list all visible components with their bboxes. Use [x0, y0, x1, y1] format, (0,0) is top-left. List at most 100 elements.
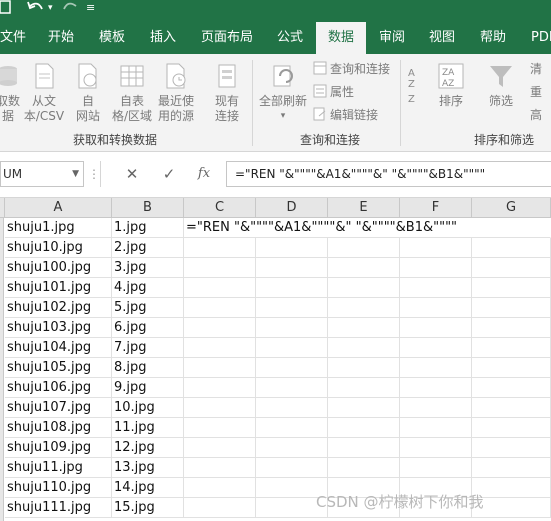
insert-function-icon[interactable]: fx	[192, 161, 216, 187]
empty-cell[interactable]	[328, 338, 400, 358]
empty-cell[interactable]	[256, 298, 328, 318]
cell-a-value[interactable]: shuju10.jpg	[5, 238, 112, 258]
cell-a-value[interactable]: shuju109.jpg	[5, 438, 112, 458]
cell-a-value[interactable]: shuju108.jpg	[5, 418, 112, 438]
empty-cell[interactable]	[472, 358, 551, 378]
empty-cell[interactable]	[256, 258, 328, 278]
empty-cell[interactable]	[400, 418, 472, 438]
empty-cell[interactable]	[184, 458, 256, 478]
empty-cell[interactable]	[184, 378, 256, 398]
cell-a-value[interactable]: shuju101.jpg	[5, 278, 112, 298]
empty-cell[interactable]	[256, 458, 328, 478]
redo-icon[interactable]	[62, 0, 80, 18]
formula-input[interactable]: ="REN "&""""&A1&""""&" "&""""&B1&""""	[226, 161, 551, 187]
empty-cell[interactable]	[328, 378, 400, 398]
sort-button[interactable]: ZA AZ 排序	[434, 54, 468, 130]
empty-cell[interactable]	[256, 358, 328, 378]
cell-b-value[interactable]: 3.jpg	[112, 258, 184, 278]
empty-cell[interactable]	[400, 378, 472, 398]
queries-connections-button[interactable]: 查询和连接	[313, 60, 390, 78]
column-header-f[interactable]: F	[400, 198, 472, 218]
empty-cell[interactable]	[400, 318, 472, 338]
empty-cell[interactable]	[184, 498, 256, 518]
column-header-b[interactable]: B	[112, 198, 184, 218]
empty-cell[interactable]	[328, 358, 400, 378]
empty-cell[interactable]	[400, 398, 472, 418]
empty-cell[interactable]	[400, 438, 472, 458]
empty-cell[interactable]	[472, 478, 551, 498]
cell-a-value[interactable]: shuju105.jpg	[5, 358, 112, 378]
edit-links-button[interactable]: 编辑链接	[313, 106, 378, 124]
tab-templates[interactable]: 模板	[99, 22, 125, 54]
empty-cell[interactable]	[328, 318, 400, 338]
cell-b-value[interactable]: 1.jpg	[112, 218, 184, 238]
empty-cell[interactable]	[256, 378, 328, 398]
empty-cell[interactable]	[256, 418, 328, 438]
empty-cell[interactable]	[328, 458, 400, 478]
empty-cell[interactable]	[256, 238, 328, 258]
existing-connections-button[interactable]: 现有 连接	[208, 54, 246, 130]
empty-cell[interactable]	[400, 298, 472, 318]
cell-a-value[interactable]: shuju104.jpg	[5, 338, 112, 358]
customize-qat-icon[interactable]: ≡	[86, 0, 95, 18]
empty-cell[interactable]	[328, 438, 400, 458]
save-icon[interactable]	[0, 0, 12, 18]
empty-cell[interactable]	[472, 298, 551, 318]
worksheet-grid[interactable]: A B C D E F G shuju1.jpg 1.jpg ="REN "&"""…	[0, 198, 551, 521]
empty-cell[interactable]	[184, 318, 256, 338]
empty-cell[interactable]	[256, 318, 328, 338]
clear-filter-button[interactable]: 清	[530, 60, 542, 78]
cell-a-value[interactable]: shuju11.jpg	[5, 458, 112, 478]
cell-b-value[interactable]: 11.jpg	[112, 418, 184, 438]
formula-bar-resize-handle[interactable]: ⋮	[88, 161, 100, 187]
empty-cell[interactable]	[472, 458, 551, 478]
cell-b-value[interactable]: 8.jpg	[112, 358, 184, 378]
empty-cell[interactable]	[328, 258, 400, 278]
empty-cell[interactable]	[328, 238, 400, 258]
empty-cell[interactable]	[328, 398, 400, 418]
empty-cell[interactable]	[472, 258, 551, 278]
tab-data[interactable]: 数据	[316, 22, 366, 54]
name-box-dropdown-icon[interactable]: ▼	[72, 162, 79, 186]
from-web-button[interactable]: 自 网站	[72, 54, 104, 130]
empty-cell[interactable]	[472, 338, 551, 358]
cell-b-value[interactable]: 9.jpg	[112, 378, 184, 398]
empty-cell[interactable]	[256, 278, 328, 298]
empty-cell[interactable]	[472, 418, 551, 438]
empty-cell[interactable]	[472, 438, 551, 458]
empty-cell[interactable]	[184, 478, 256, 498]
cell-a-value[interactable]: shuju103.jpg	[5, 318, 112, 338]
tab-help[interactable]: 帮助	[480, 22, 506, 54]
empty-cell[interactable]	[400, 278, 472, 298]
column-header-d[interactable]: D	[256, 198, 328, 218]
empty-cell[interactable]	[328, 298, 400, 318]
cell-b-value[interactable]: 7.jpg	[112, 338, 184, 358]
tab-file[interactable]: 文件	[0, 22, 26, 54]
row-headers[interactable]	[0, 218, 4, 521]
enter-icon[interactable]: ✓	[157, 161, 181, 187]
cell-a-value[interactable]: shuju102.jpg	[5, 298, 112, 318]
undo-dropdown-icon[interactable]: ▾	[48, 0, 53, 18]
cell-b-value[interactable]: 6.jpg	[112, 318, 184, 338]
cancel-icon[interactable]: ✕	[120, 161, 144, 187]
filter-button[interactable]: 筛选	[484, 54, 518, 130]
from-table-button[interactable]: 自表 格/区域	[110, 54, 154, 130]
empty-cell[interactable]	[184, 238, 256, 258]
cell-a-value[interactable]: shuju106.jpg	[5, 378, 112, 398]
empty-cell[interactable]	[472, 238, 551, 258]
tab-view[interactable]: 视图	[429, 22, 455, 54]
empty-cell[interactable]	[184, 338, 256, 358]
cell-a-value[interactable]: shuju107.jpg	[5, 398, 112, 418]
cell-c1-formula-text[interactable]: ="REN "&""""&A1&""""&" "&""""&B1&""""	[184, 218, 484, 238]
tab-review[interactable]: 审阅	[379, 22, 405, 54]
cell-b-value[interactable]: 12.jpg	[112, 438, 184, 458]
cell-a-value[interactable]: shuju1.jpg	[5, 218, 112, 238]
properties-button[interactable]: 属性	[313, 83, 354, 101]
empty-cell[interactable]	[256, 398, 328, 418]
cell-b-value[interactable]: 5.jpg	[112, 298, 184, 318]
empty-cell[interactable]	[472, 378, 551, 398]
empty-cell[interactable]	[400, 258, 472, 278]
cell-a-value[interactable]: shuju111.jpg	[5, 498, 112, 518]
empty-cell[interactable]	[184, 418, 256, 438]
sort-asc-button[interactable]: AZZ	[406, 54, 430, 130]
